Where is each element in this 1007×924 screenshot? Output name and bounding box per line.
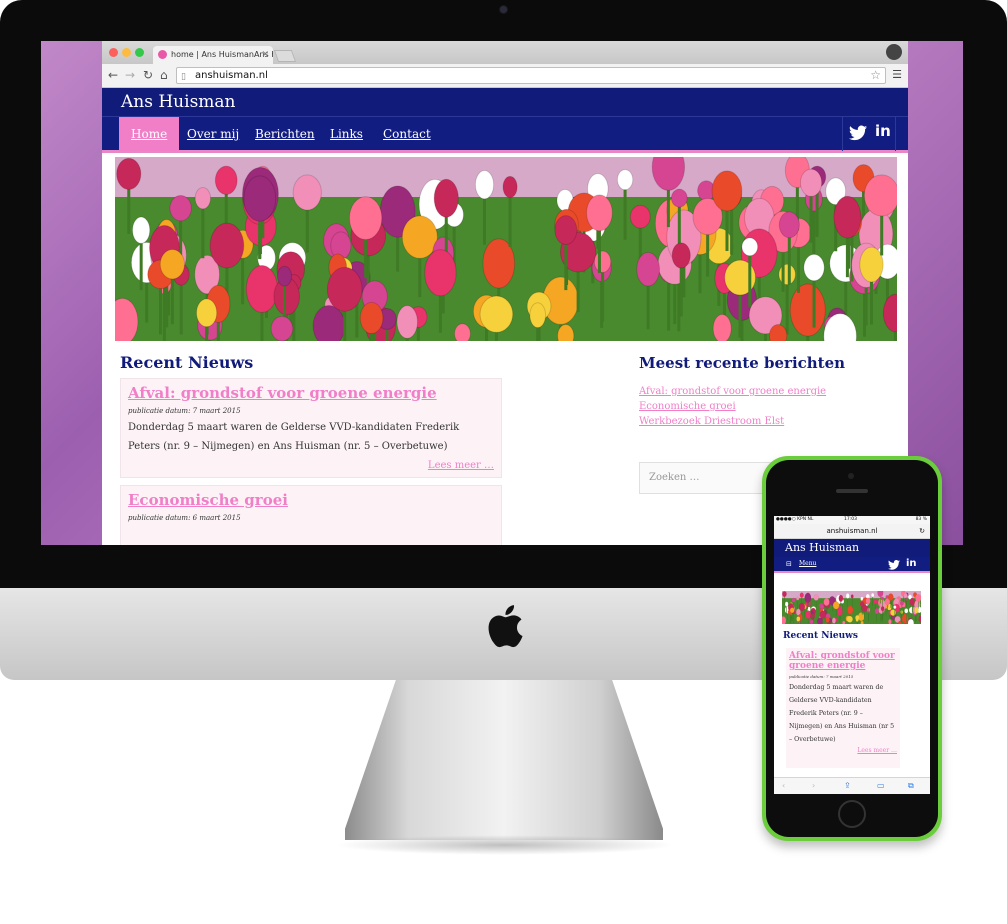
- post-date: publicatie datum: 6 maart 2015: [128, 514, 241, 522]
- nav-over-mij[interactable]: Over mij: [175, 117, 251, 151]
- apple-logo-icon: [488, 605, 523, 648]
- clock: 17:03: [844, 517, 857, 522]
- mobile-post-title-link[interactable]: Afval: grondstof voor groene energie: [789, 651, 897, 671]
- recent-news-heading: Recent Nieuws: [120, 353, 254, 372]
- mobile-menu-toggle[interactable]: Menu: [799, 560, 816, 567]
- mobile-site-header: Ans Huisman: [774, 539, 930, 557]
- reload-icon[interactable]: ↻: [143, 68, 153, 82]
- twitter-icon[interactable]: [888, 560, 900, 570]
- post-title-link[interactable]: Afval: grondstof voor groene energie: [128, 383, 494, 403]
- share-icon[interactable]: ⇪: [844, 781, 851, 790]
- carrier-label: ●●●●○ KPN NL: [776, 517, 814, 522]
- home-icon[interactable]: ⌂: [160, 68, 168, 82]
- window-close-button[interactable]: [109, 48, 118, 57]
- incognito-icon: [886, 44, 902, 60]
- nav-home[interactable]: Home: [119, 117, 180, 151]
- news-post: Economische groei publicatie datum: 6 ma…: [120, 485, 502, 545]
- stand-shadow: [335, 835, 675, 855]
- mobile-url-text: anshuisman.nl: [826, 527, 878, 535]
- mobile-navigation: ⊟ Menu in: [774, 557, 930, 573]
- mobile-address-bar[interactable]: anshuisman.nl ↻: [774, 524, 930, 539]
- back-icon[interactable]: ←: [108, 68, 118, 82]
- read-more-link[interactable]: Lees meer …: [128, 460, 494, 471]
- tabs-icon[interactable]: ⧉: [908, 781, 914, 791]
- browser-toolbar: ← → ↻ ⌂ ▯ anshuisman.nl ☆ ☰: [102, 64, 908, 88]
- tulip-favicon-icon: [158, 50, 167, 59]
- linkedin-icon[interactable]: in: [906, 558, 917, 569]
- news-post: Afval: grondstof voor groene energie pub…: [120, 378, 502, 478]
- home-button[interactable]: [838, 800, 866, 828]
- site-title[interactable]: Ans Huisman: [121, 92, 236, 112]
- window-zoom-button[interactable]: [135, 48, 144, 57]
- mobile-reload-icon[interactable]: ↻: [919, 524, 925, 538]
- back-icon[interactable]: ‹: [782, 781, 785, 790]
- nav-links[interactable]: Links: [318, 117, 375, 151]
- main-navigation: Home Over mij Berichten Links Contact in: [102, 116, 908, 153]
- mobile-site-title[interactable]: Ans Huisman: [785, 541, 859, 554]
- tab-close-icon[interactable]: ✕: [261, 46, 269, 64]
- address-bar[interactable]: ▯ anshuisman.nl ☆: [176, 67, 886, 84]
- browser-tab-bar: home | Ans HuismanAns H ✕: [102, 41, 908, 64]
- mobile-news-post: Afval: grondstof voor groene energie pub…: [786, 648, 900, 768]
- mobile-post-excerpt: Donderdag 5 maart waren de Gelderse VVD-…: [789, 684, 895, 743]
- post-title-link[interactable]: Economische groei: [128, 490, 494, 510]
- social-links: in: [842, 117, 896, 151]
- bookmarks-icon[interactable]: ▭: [877, 781, 885, 790]
- browser-menu-icon[interactable]: ☰: [892, 68, 902, 81]
- sidebar-recent-link[interactable]: Afval: grondstof voor groene energie: [639, 384, 899, 399]
- new-tab-button[interactable]: [273, 50, 297, 62]
- linkedin-icon[interactable]: in: [875, 122, 891, 140]
- battery-label: 83 %: [915, 517, 927, 522]
- tab-title: home | Ans HuismanAns H: [171, 50, 273, 59]
- forward-icon[interactable]: →: [125, 68, 135, 82]
- mobile-read-more-link[interactable]: Lees meer …: [789, 747, 897, 754]
- url-text: anshuisman.nl: [195, 70, 268, 81]
- nav-berichten[interactable]: Berichten: [243, 117, 327, 151]
- nav-contact[interactable]: Contact: [371, 117, 443, 151]
- menu-icon[interactable]: ⊟: [786, 560, 792, 568]
- mobile-tulip-header-image: [782, 591, 921, 624]
- imac-camera: [500, 6, 507, 13]
- imac-stand: [345, 680, 663, 840]
- window-minimize-button[interactable]: [122, 48, 131, 57]
- mobile-post-date: publicatie datum: 7 maart 2015: [789, 674, 854, 679]
- earpiece: [836, 489, 868, 493]
- sidebar-recent-link[interactable]: Werkbezoek Driestroom Elst: [639, 414, 899, 429]
- recent-posts-heading: Meest recente berichten: [639, 354, 846, 372]
- front-camera: [848, 473, 854, 479]
- mobile-recent-news-heading: Recent Nieuws: [783, 631, 858, 641]
- bookmark-star-icon[interactable]: ☆: [870, 68, 881, 83]
- iphone-front: ●●●●○ KPN NL 17:03 83 % anshuisman.nl ↻ …: [766, 460, 938, 837]
- recent-news-section: Recent Nieuws Afval: grondstof voor groe…: [120, 353, 502, 545]
- iphone-mockup: ●●●●○ KPN NL 17:03 83 % anshuisman.nl ↻ …: [762, 456, 942, 841]
- iphone-screen: ●●●●○ KPN NL 17:03 83 % anshuisman.nl ↻ …: [774, 516, 930, 794]
- ios-status-bar: ●●●●○ KPN NL 17:03 83 %: [774, 516, 930, 524]
- twitter-icon[interactable]: [849, 125, 867, 141]
- site-header: Ans Huisman: [102, 88, 908, 116]
- sidebar-recent-link[interactable]: Economische groei: [639, 399, 899, 414]
- post-date: publicatie datum: 7 maart 2015: [128, 407, 241, 415]
- page-icon: ▯: [181, 72, 186, 82]
- browser-tab[interactable]: home | Ans HuismanAns H ✕: [153, 46, 273, 64]
- forward-icon[interactable]: ›: [812, 781, 815, 790]
- safari-toolbar: ‹ › ⇪ ▭ ⧉: [774, 777, 930, 794]
- post-excerpt: Donderdag 5 maart waren de Gelderse VVD-…: [128, 422, 460, 452]
- tulip-field-header-image: [115, 157, 897, 341]
